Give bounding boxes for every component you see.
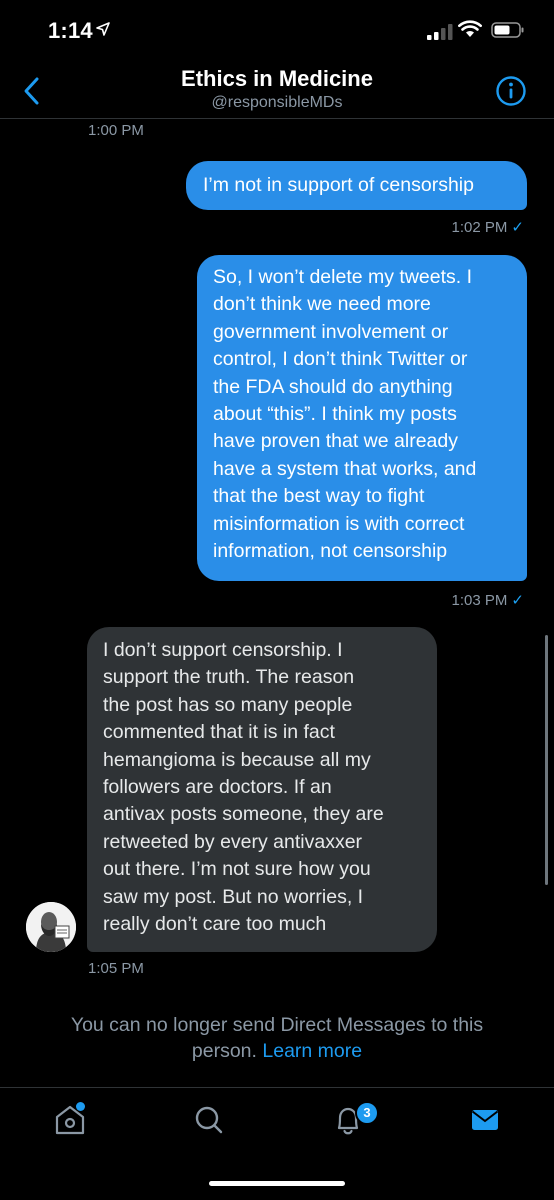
notifications-badge: 3 bbox=[355, 1101, 379, 1125]
message-line: hemangioma is because all my bbox=[103, 748, 371, 771]
incoming-message-bubble[interactable]: I don’t support censorship. I support th… bbox=[87, 627, 437, 952]
notice-text-line2: person. Learn more bbox=[0, 1038, 554, 1064]
conversation-header: Ethics in Medicine @responsibleMDs bbox=[0, 62, 554, 118]
status-bar: 1:14 bbox=[0, 0, 554, 62]
conversation-title: Ethics in Medicine bbox=[181, 66, 373, 91]
message-timestamp: 1:02 PM ✓ bbox=[452, 218, 524, 236]
message-line: support the truth. The reason bbox=[103, 666, 355, 689]
home-indicator bbox=[209, 1181, 345, 1186]
message-line: control, I don’t think Twitter or bbox=[213, 348, 468, 371]
message-line: commented that it is in fact bbox=[103, 721, 335, 744]
tab-bar-divider bbox=[0, 1087, 554, 1088]
message-timestamp: 1:05 PM bbox=[88, 960, 144, 977]
notice-text: person. bbox=[191, 1040, 257, 1062]
header-divider bbox=[0, 118, 554, 119]
timestamp-text: 1:02 PM bbox=[451, 219, 508, 236]
status-time: 1:14 bbox=[48, 18, 93, 43]
outgoing-message-bubble[interactable]: I’m not in support of censorship bbox=[186, 161, 527, 210]
notice-text: You can no longer send Direct Messages t… bbox=[70, 1014, 484, 1036]
cellular-signal-icon bbox=[427, 24, 453, 40]
sender-avatar[interactable] bbox=[26, 902, 76, 952]
message-line: about “this”. I think my posts bbox=[213, 403, 457, 426]
message-line: out there. I’m not sure how you bbox=[103, 858, 371, 881]
learn-more-link[interactable]: Learn more bbox=[262, 1040, 362, 1062]
message-line: that the best way to fight bbox=[213, 485, 425, 508]
message-line: So, I won’t delete my tweets. I bbox=[213, 266, 473, 288]
info-icon[interactable] bbox=[495, 75, 527, 107]
dm-disabled-notice: You can no longer send Direct Messages t… bbox=[0, 1012, 554, 1064]
message-line: saw my post. But no worries, I bbox=[103, 885, 364, 908]
message-timestamp: 1:00 PM bbox=[88, 122, 144, 139]
message-line: really don’t care too much bbox=[103, 913, 327, 936]
avatar-image bbox=[26, 902, 76, 952]
battery-icon bbox=[491, 22, 524, 38]
message-line: have proven that we already bbox=[213, 430, 458, 453]
message-line: antivax posts someone, they are bbox=[103, 803, 384, 826]
location-arrow-icon bbox=[96, 22, 110, 36]
message-line: don’t think we need more bbox=[213, 293, 431, 316]
message-line: I’m not in support of censorship bbox=[203, 174, 474, 196]
message-line: retweeted by every antivaxxer bbox=[103, 830, 363, 853]
message-line: misinformation is with correct bbox=[213, 512, 465, 535]
message-line: the post has so many people bbox=[103, 693, 353, 716]
scrollbar[interactable] bbox=[545, 635, 548, 885]
message-line: followers are doctors. If an bbox=[103, 776, 332, 799]
home-badge-dot bbox=[76, 1102, 85, 1111]
message-line: government involvement or bbox=[213, 320, 449, 343]
messages-icon[interactable] bbox=[465, 1100, 505, 1140]
wifi-icon bbox=[458, 20, 482, 37]
message-line: information, not censorship bbox=[213, 540, 448, 563]
message-timestamp: 1:03 PM ✓ bbox=[452, 591, 524, 609]
sent-check-icon: ✓ bbox=[511, 219, 524, 236]
conversation-handle: @responsibleMDs bbox=[211, 94, 343, 111]
timestamp-text: 1:03 PM bbox=[451, 592, 508, 609]
message-line: I don’t support censorship. I bbox=[103, 639, 343, 661]
sent-check-icon: ✓ bbox=[511, 592, 524, 609]
outgoing-message-bubble[interactable]: So, I won’t delete my tweets. I don’t th… bbox=[197, 255, 527, 581]
search-icon[interactable] bbox=[189, 1100, 229, 1140]
message-line: have a system that works, and bbox=[213, 457, 477, 480]
message-line: the FDA should do anything bbox=[213, 375, 453, 398]
